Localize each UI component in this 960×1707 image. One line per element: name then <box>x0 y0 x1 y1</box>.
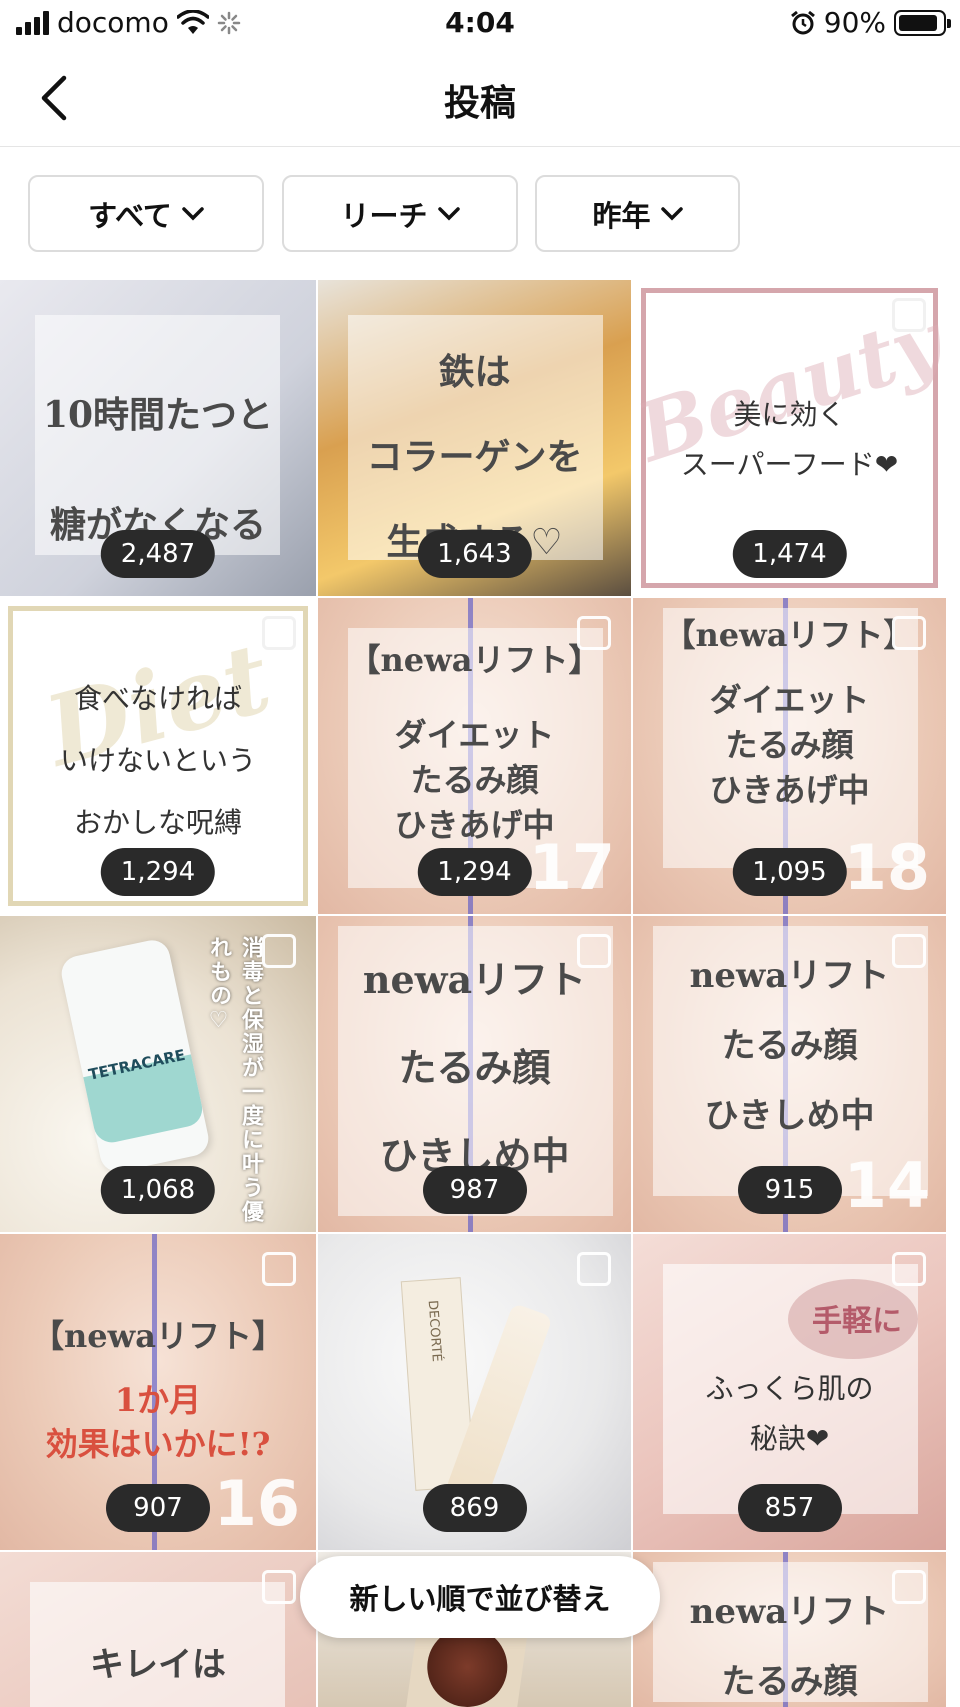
filter-metric-label: リーチ <box>340 198 428 233</box>
nav-bar: 投稿 <box>0 50 960 147</box>
reach-count: 869 <box>422 1484 527 1532</box>
post-tile[interactable]: 【newaリフト】 1か月 効果はいかに!? 16 907 <box>0 1234 316 1550</box>
post-number: 17 <box>528 831 615 904</box>
multiple-images-icon <box>892 298 926 332</box>
sort-button[interactable]: 新しい順で並び替え <box>300 1556 660 1638</box>
post-tile[interactable]: 【newaリフト】 ダイエット たるみ顔 ひきあげ中 17 1,294 <box>318 598 631 914</box>
reach-count: 857 <box>737 1484 842 1532</box>
reach-count: 2,487 <box>100 530 216 578</box>
reach-count: 915 <box>737 1166 842 1214</box>
post-tile[interactable]: 手軽に ふっくら肌の 秘訣❤ 857 <box>633 1234 946 1550</box>
reach-count: 987 <box>422 1166 527 1214</box>
reach-count: 1,068 <box>100 1166 216 1214</box>
filter-period-label: 昨年 <box>592 198 651 233</box>
post-tile[interactable]: newaリフト たるみ顔 ひきしめ中 14 915 <box>633 916 946 1232</box>
filter-period-button[interactable]: 昨年 <box>535 175 740 252</box>
multiple-images-icon <box>577 616 611 650</box>
reach-count: 907 <box>106 1484 210 1532</box>
reach-count: 1,095 <box>732 848 847 896</box>
multiple-images-icon <box>262 1252 296 1286</box>
post-tile[interactable]: Diet 食べなければ いけないという おかしな呪縛 1,294 <box>0 598 316 914</box>
post-text: 【newaリフト】 1か月 効果はいかに!? <box>32 1317 284 1463</box>
post-text: 美に効く スーパーフード❤ <box>680 398 899 481</box>
chevron-down-icon <box>437 206 460 220</box>
multiple-images-icon <box>262 934 296 968</box>
chevron-down-icon <box>182 206 204 220</box>
post-tile[interactable]: newaリフト たるみ顔 <box>633 1552 946 1707</box>
multiple-images-icon <box>892 616 926 650</box>
post-text: ふっくら肌の 秘訣❤ <box>705 1372 874 1455</box>
post-text: キレイは <box>90 1645 226 1685</box>
post-text: 手軽に <box>812 1304 902 1339</box>
multiple-images-icon <box>892 1252 926 1286</box>
post-number: 18 <box>843 831 930 904</box>
status-bar: docomo 4:04 90% <box>0 0 960 50</box>
reach-count: 1,643 <box>417 530 532 578</box>
multiple-images-icon <box>892 934 926 968</box>
post-text: newaリフト たるみ顔 ひきしめ中 <box>362 957 587 1178</box>
post-tile[interactable]: 鉄はコラーゲンを生成する♡ 1,643 <box>318 280 631 596</box>
filter-type-button[interactable]: すべて <box>28 175 264 252</box>
post-text: 【newaリフト】 ダイエット たるみ顔 ひきあげ中 <box>348 641 601 844</box>
post-tile[interactable]: newaリフト たるみ顔 ひきしめ中 987 <box>318 916 631 1232</box>
post-text: newaリフト たるみ顔 ひきしめ中 <box>689 956 890 1136</box>
battery-percent: 90% <box>823 6 886 39</box>
post-number: 14 <box>843 1149 930 1222</box>
post-tile[interactable]: キレイは <box>0 1552 316 1707</box>
multiple-images-icon <box>262 616 296 650</box>
reach-count: 1,294 <box>417 848 532 896</box>
filter-metric-button[interactable]: リーチ <box>282 175 518 252</box>
post-tile[interactable]: 10時間たつと 糖がなくなる 2,487 <box>0 280 316 596</box>
filter-bar: すべて リーチ 昨年 <box>0 147 960 280</box>
battery-fill <box>899 14 937 31</box>
status-right: 90% <box>790 6 951 39</box>
multiple-images-icon <box>892 1570 926 1604</box>
post-tile[interactable]: DECORTÉ 869 <box>318 1234 631 1550</box>
multiple-images-icon <box>577 1252 611 1286</box>
alarm-icon <box>790 10 815 34</box>
multiple-images-icon <box>577 934 611 968</box>
chevron-down-icon <box>660 206 683 220</box>
product-label: DECORTÉ <box>424 1299 444 1363</box>
filter-type-label: すべて <box>88 198 172 233</box>
post-tile[interactable]: Beauty 美に効く スーパーフード❤ 1,474 <box>633 280 946 596</box>
multiple-images-icon <box>262 1570 296 1604</box>
post-number: 16 <box>213 1467 300 1540</box>
post-tile[interactable]: 【newaリフト】 ダイエット たるみ顔 ひきあげ中 18 1,095 <box>633 598 946 914</box>
reach-count: 1,294 <box>100 848 216 896</box>
post-text: 食べなければ いけないという おかしな呪縛 <box>59 682 256 839</box>
post-tile[interactable]: TETRACARE 消毒と保湿が一度に叶う優れもの♡ 1,068 <box>0 916 316 1232</box>
battery-icon <box>894 9 951 36</box>
reach-count: 1,474 <box>732 530 847 578</box>
page-title: 投稿 <box>443 83 516 124</box>
